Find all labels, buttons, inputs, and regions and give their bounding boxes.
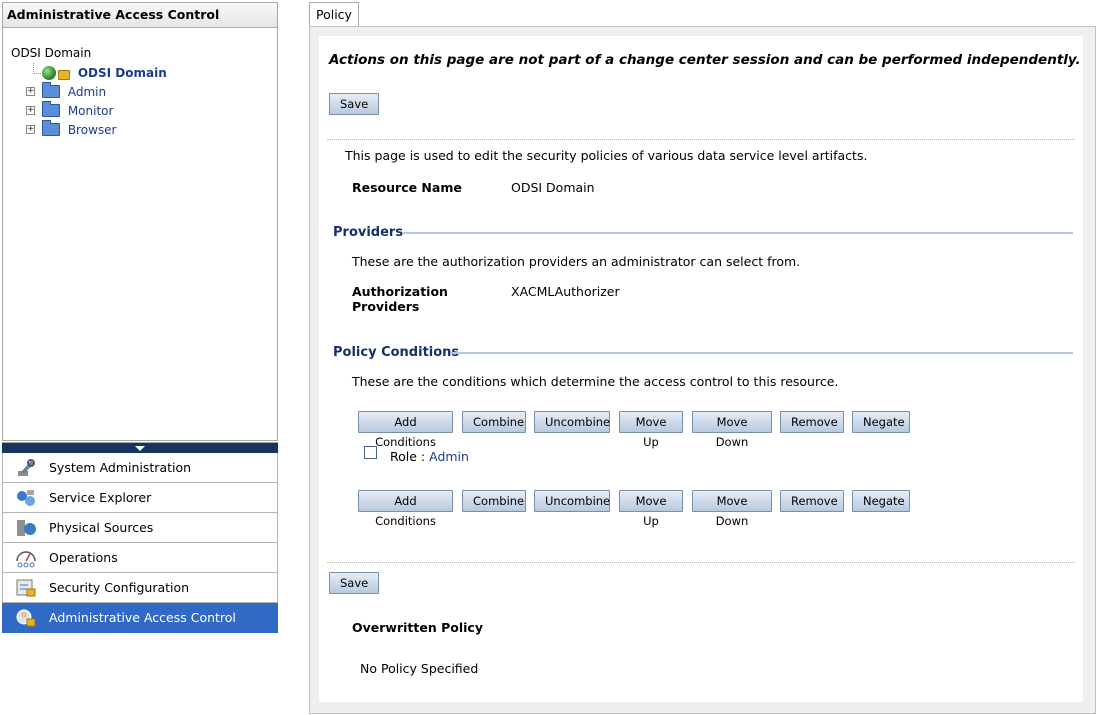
- services-icon: [17, 490, 35, 506]
- policy-conditions-description: These are the conditions which determine…: [352, 374, 839, 389]
- change-center-notice: Actions on this page are not part of a c…: [329, 52, 1081, 68]
- save-button-bottom[interactable]: Save: [329, 572, 380, 594]
- move-down-button[interactable]: Move Down: [692, 490, 772, 528]
- authorization-providers-label: Authorization Providers: [352, 284, 448, 314]
- nav-system-administration[interactable]: System Administration: [2, 453, 278, 483]
- nav-label: Operations: [49, 550, 118, 565]
- expand-icon[interactable]: +: [26, 87, 35, 96]
- tree-item-label: Admin: [67, 85, 107, 99]
- uncombine-button[interactable]: Uncombine: [534, 490, 610, 512]
- save-button-top[interactable]: Save: [329, 93, 380, 115]
- policy-frame: Actions on this page are not part of a c…: [309, 26, 1096, 714]
- server-icon: [17, 520, 36, 536]
- resource-name-value: ODSI Domain: [511, 180, 595, 195]
- nav-label: Security Configuration: [49, 580, 190, 595]
- section-rule: [451, 352, 1073, 354]
- providers-description: These are the authorization providers an…: [352, 254, 801, 269]
- policy-conditions-section-title: Policy Conditions: [333, 345, 460, 360]
- providers-section-title: Providers: [333, 225, 404, 240]
- divider: [327, 139, 1075, 140]
- expand-icon[interactable]: +: [26, 106, 35, 115]
- negate-button[interactable]: Negate: [852, 490, 910, 512]
- folder-icon: [42, 82, 60, 98]
- overwritten-policy-value: No Policy Specified: [360, 661, 479, 676]
- tree-panel: Administrative Access Control ODSI Domai…: [2, 2, 278, 441]
- divider: [327, 562, 1075, 563]
- move-up-button[interactable]: Move Up: [619, 411, 683, 449]
- resource-name-label: Resource Name: [352, 180, 462, 195]
- nav-operations[interactable]: Operations: [2, 543, 278, 573]
- tree-connector: [33, 73, 41, 74]
- tree-item-monitor[interactable]: Monitor: [42, 101, 114, 120]
- nav-security-configuration[interactable]: Security Configuration: [2, 573, 278, 603]
- move-up-button[interactable]: Move Up: [619, 490, 683, 528]
- tree-item-selected[interactable]: ODSI Domain: [42, 64, 167, 82]
- tree-item-label: Monitor: [67, 104, 114, 118]
- nav-physical-sources[interactable]: Physical Sources: [2, 513, 278, 543]
- add-conditions-button[interactable]: Add Conditions: [358, 411, 453, 449]
- label-line: Providers: [352, 299, 420, 314]
- nav-service-explorer[interactable]: Service Explorer: [2, 483, 278, 513]
- admin-access-icon: [16, 609, 36, 627]
- tree-selected-label: ODSI Domain: [77, 66, 167, 80]
- nav-administrative-access-control[interactable]: Administrative Access Control: [2, 603, 278, 633]
- tree-panel-header: Administrative Access Control: [3, 3, 277, 28]
- condition-value-link[interactable]: Admin: [429, 449, 469, 464]
- gauge-icon: [16, 551, 36, 568]
- section-rule: [403, 232, 1073, 234]
- nav-label: Physical Sources: [49, 520, 154, 535]
- move-down-button[interactable]: Move Down: [692, 411, 772, 449]
- condition-row: Role : Admin: [390, 449, 469, 464]
- nav-label: Administrative Access Control: [49, 610, 236, 625]
- combine-button[interactable]: Combine: [462, 490, 526, 512]
- combine-button[interactable]: Combine: [462, 411, 526, 433]
- tree-item-admin[interactable]: Admin: [42, 82, 107, 101]
- label-line: Authorization: [352, 284, 448, 299]
- negate-button[interactable]: Negate: [852, 411, 910, 433]
- authorization-providers-value: XACMLAuthorizer: [511, 284, 620, 299]
- folder-icon: [42, 101, 60, 117]
- uncombine-button[interactable]: Uncombine: [534, 411, 610, 433]
- remove-button[interactable]: Remove: [780, 411, 844, 433]
- tree-item-label: Browser: [67, 123, 117, 137]
- add-conditions-button[interactable]: Add Conditions: [358, 490, 453, 528]
- tree-root-label[interactable]: ODSI Domain: [11, 44, 91, 62]
- lock-icon: [58, 69, 70, 80]
- tree-item-browser[interactable]: Browser: [42, 120, 117, 139]
- overwritten-policy-title: Overwritten Policy: [352, 620, 483, 635]
- panel-splitter[interactable]: [2, 442, 278, 453]
- tab-policy[interactable]: Policy: [309, 2, 359, 27]
- remove-button[interactable]: Remove: [780, 490, 844, 512]
- expand-icon[interactable]: +: [26, 125, 35, 134]
- nav-label: Service Explorer: [49, 490, 152, 505]
- left-panel: Administrative Access Control ODSI Domai…: [2, 2, 278, 634]
- navigation-menu: System Administration Service Explorer P…: [2, 453, 278, 633]
- folder-icon: [42, 120, 60, 136]
- condition-prefix: Role :: [390, 449, 426, 464]
- wrench-icon: [18, 459, 35, 476]
- page-description: This page is used to edit the security p…: [345, 148, 868, 163]
- nav-label: System Administration: [49, 460, 192, 475]
- policy-content: Actions on this page are not part of a c…: [319, 36, 1083, 702]
- condition-checkbox[interactable]: [364, 446, 377, 459]
- security-config-icon: [16, 579, 36, 597]
- globe-icon: [42, 65, 56, 80]
